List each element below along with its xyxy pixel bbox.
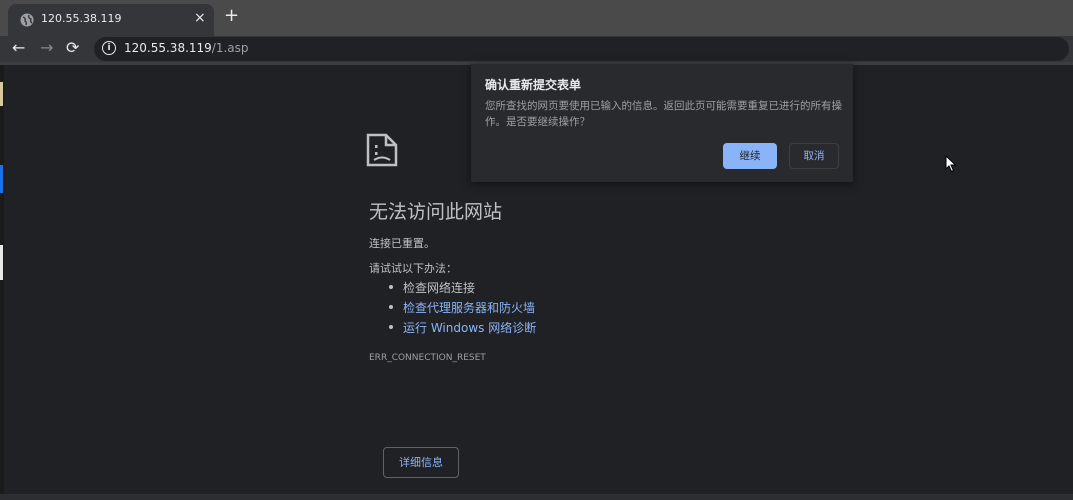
- browser-tab[interactable]: 120.55.38.119 ×: [8, 4, 214, 36]
- sad-page-icon: [366, 133, 398, 167]
- window-bottom-edge: [0, 494, 1073, 500]
- forward-icon[interactable]: →: [40, 38, 53, 57]
- suggestion-check-network: 检查网络连接: [389, 279, 536, 299]
- dialog-message: 您所查找的网页要使用已输入的信息。返回此页可能需要重复已进行的所有操作。是否要继…: [485, 100, 842, 128]
- url-text[interactable]: 120.55.38.119/1.asp: [124, 41, 249, 55]
- address-bar[interactable]: i 120.55.38.119/1.asp: [94, 37, 1069, 61]
- info-icon[interactable]: i: [102, 41, 116, 55]
- details-button[interactable]: 详细信息: [383, 447, 459, 478]
- reload-icon[interactable]: ⟳: [66, 38, 79, 57]
- desktop-strip: [0, 165, 3, 193]
- suggestion-check-proxy-link[interactable]: 检查代理服务器和防火墙: [389, 299, 536, 319]
- mouse-cursor-icon: [945, 155, 957, 173]
- error-subtitle: 连接已重置。: [369, 237, 435, 250]
- suggestion-windows-diagnostics-link[interactable]: 运行 Windows 网络诊断: [389, 319, 536, 339]
- suggestions-label: 请试试以下办法：: [369, 262, 457, 275]
- url-path: /1.asp: [211, 41, 249, 55]
- url-host: 120.55.38.119: [124, 41, 212, 55]
- globe-icon: [20, 13, 34, 27]
- error-code: ERR_CONNECTION_RESET: [369, 353, 486, 363]
- suggestions-list: 检查网络连接 检查代理服务器和防火墙 运行 Windows 网络诊断: [389, 279, 536, 339]
- new-tab-button[interactable]: +: [224, 6, 239, 26]
- dialog-title: 确认重新提交表单: [485, 78, 582, 92]
- error-title: 无法访问此网站: [369, 201, 503, 223]
- cancel-button[interactable]: 取消: [789, 143, 839, 169]
- desktop-strip: [0, 82, 3, 106]
- back-icon[interactable]: ←: [12, 38, 25, 57]
- tab-title: 120.55.38.119: [41, 12, 122, 25]
- browser-toolbar: ← → ⟳ i 120.55.38.119/1.asp: [0, 36, 1073, 62]
- desktop-strip: [0, 245, 3, 280]
- continue-button[interactable]: 继续: [723, 143, 777, 169]
- resubmit-form-dialog: 确认重新提交表单 您所查找的网页要使用已输入的信息。返回此页可能需要重复已进行的…: [471, 64, 853, 182]
- tab-strip: 120.55.38.119 × +: [0, 0, 1073, 36]
- close-tab-icon[interactable]: ×: [194, 10, 206, 26]
